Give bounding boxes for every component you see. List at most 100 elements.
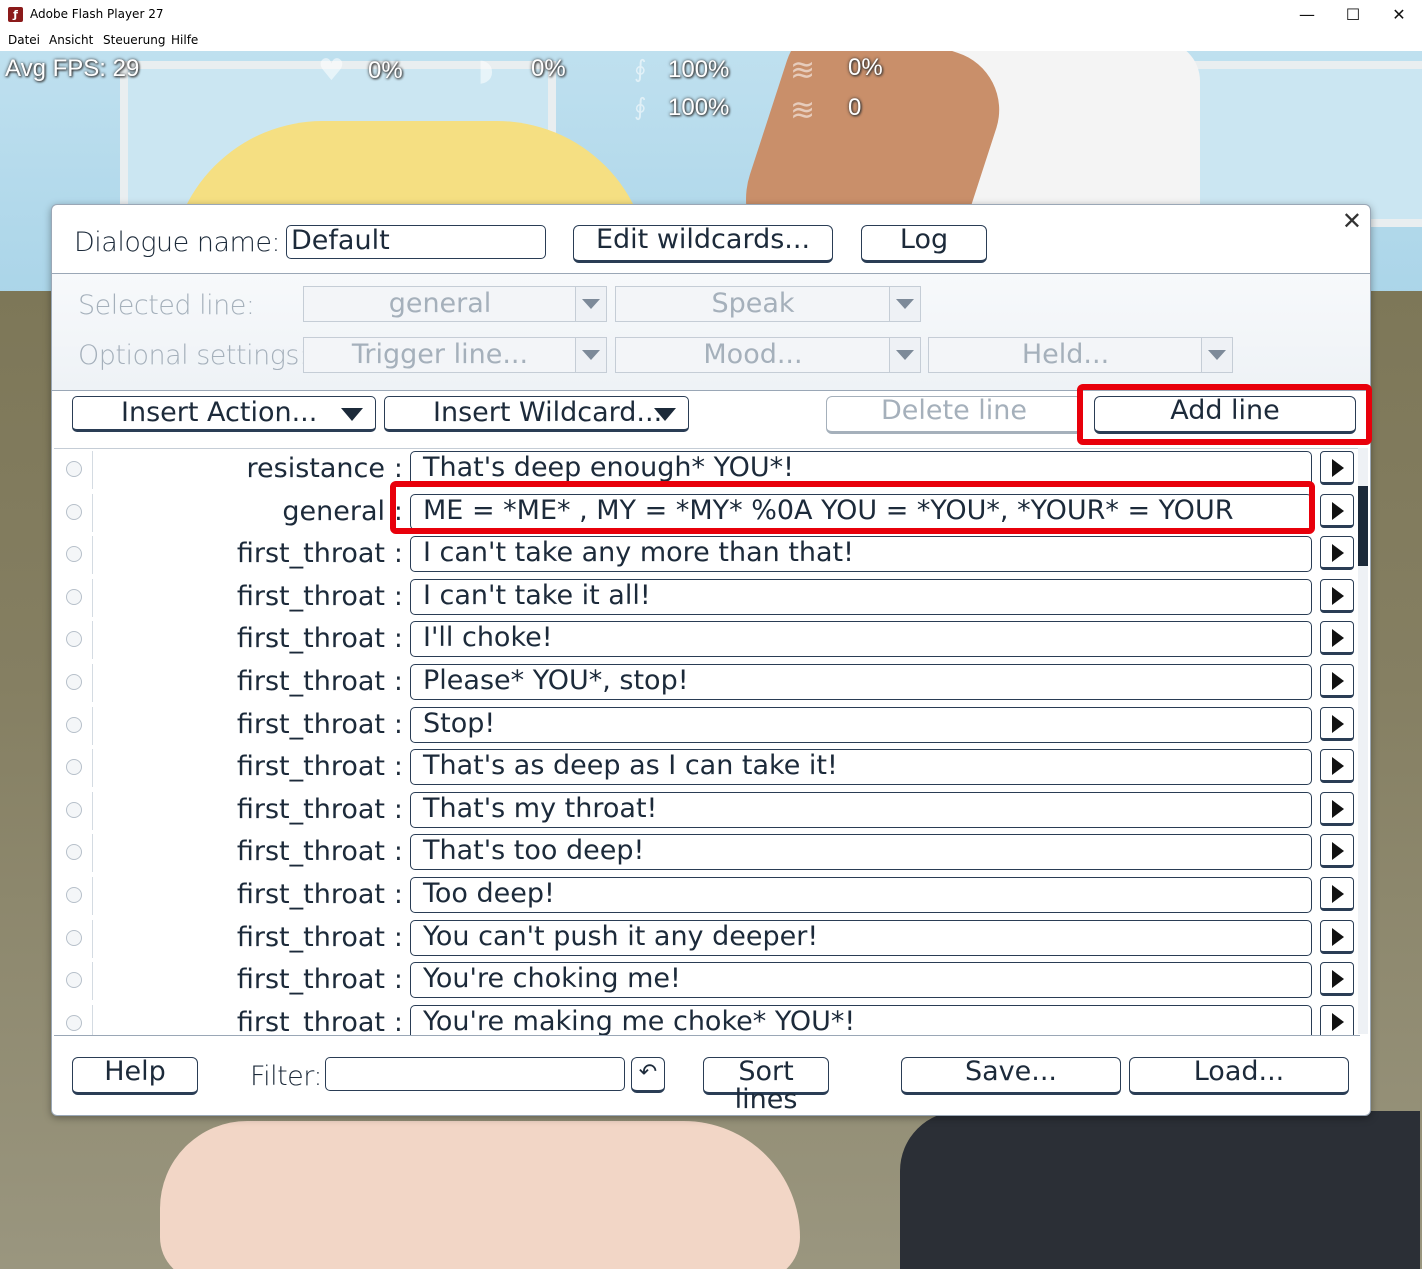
row-select-radio[interactable] [66,546,82,563]
line-text-input[interactable]: Please* YOU*, stop! [410,664,1312,700]
chevron-down-icon[interactable] [889,338,920,372]
insert-wildcard-select[interactable]: Insert Wildcard... [384,396,689,432]
play-line-icon[interactable] [1320,536,1354,571]
dialogue-name-input[interactable]: Default [286,225,546,259]
sperm-value-2: 100% [668,94,730,121]
close-window-button[interactable]: ✕ [1376,0,1422,30]
minimize-button[interactable]: — [1284,0,1330,30]
menu-datei[interactable]: Datei [8,33,40,47]
dialogue-line-row[interactable]: first_throat: You can't push it any deepe… [54,918,1360,960]
dialogue-editor-panel: ✕ Dialogue name: Default Edit wildcards.… [51,204,1372,1116]
trigger-line-dropdown[interactable]: Trigger line... [303,337,607,373]
dialogue-line-row[interactable]: first_throat: That's my throat! [54,790,1360,832]
line-text-input[interactable]: That's as deep as I can take it! [410,749,1312,786]
row-select-radio[interactable] [66,588,82,605]
character-foot [160,1121,800,1269]
caret-down-icon [341,408,363,421]
add-line-highlight [1077,384,1372,445]
scrollbar-thumb[interactable] [1358,486,1368,566]
dialogue-lines-list[interactable]: resistance: That's deep enough* YOU*! gene… [54,448,1360,1036]
play-line-icon[interactable] [1320,919,1354,954]
dialogue-line-row[interactable]: first_throat: You're making me choke* YOU… [54,1003,1360,1035]
row-select-radio[interactable] [66,716,82,733]
dialogue-line-row[interactable]: first_throat: Too deep! [54,875,1360,917]
line-category: first_throat [92,578,385,617]
menu-steuerung[interactable]: Steuerung [103,33,165,47]
line-text-input[interactable]: You can't push it any deeper! [410,919,1312,956]
row-select-radio[interactable] [66,1014,82,1031]
list-scrollbar[interactable] [1358,448,1368,1034]
line-text-input[interactable]: Too deep! [410,877,1312,913]
close-icon[interactable]: ✕ [1342,207,1362,235]
menu-hilfe[interactable]: Hilfe [171,33,198,47]
row-select-radio[interactable] [66,887,82,903]
category-dropdown[interactable]: general [303,286,607,322]
dialogue-line-row[interactable]: first_throat: That's too deep! [54,832,1360,874]
line-text-input[interactable]: That's too deep! [410,834,1312,871]
play-line-icon[interactable] [1320,451,1354,485]
chevron-down-icon[interactable] [889,287,920,321]
play-line-icon[interactable] [1320,1004,1354,1035]
line-category: general [92,493,385,532]
help-button[interactable]: Help [72,1057,198,1095]
dialogue-line-row[interactable]: first_throat: I'll choke! [54,619,1360,661]
maximize-button[interactable]: ☐ [1330,0,1376,30]
row-select-radio[interactable] [66,759,82,776]
type-dropdown[interactable]: Speak [615,286,921,322]
optional-settings-label: Optional settings: [78,340,308,371]
line-category: first_throat [92,706,385,745]
load-button[interactable]: Load... [1129,1057,1349,1095]
line-text-input[interactable]: You're making me choke* YOU*! [410,1004,1312,1035]
log-button[interactable]: Log [861,225,987,263]
row-select-radio[interactable] [66,844,82,861]
chevron-down-icon[interactable] [575,287,606,321]
chevron-down-icon[interactable] [575,338,606,372]
row-select-radio[interactable] [66,801,82,818]
row-select-radio[interactable] [66,461,82,477]
dialogue-line-row[interactable]: first_throat: I can't take it all! [54,577,1360,619]
chevron-down-icon[interactable] [1201,338,1232,372]
separator-colon: : [394,752,403,783]
play-line-icon[interactable] [1320,834,1354,869]
sperm-icon: ∮ [634,55,647,83]
line-category: first_throat [92,919,385,958]
menu-ansicht[interactable]: Ansicht [49,33,93,47]
filter-input[interactable] [325,1057,625,1091]
play-line-icon[interactable] [1320,962,1354,997]
insert-action-select[interactable]: Insert Action... [72,396,376,432]
background-window [1180,61,1422,227]
row-select-radio[interactable] [66,503,82,520]
dialogue-line-row[interactable]: first_throat: Please* YOU*, stop! [54,662,1360,704]
edit-wildcards-button[interactable]: Edit wildcards... [573,225,833,263]
dialogue-line-row[interactable]: first_throat: I can't take any more than … [54,534,1360,576]
held-dropdown[interactable]: Held... [928,337,1233,373]
mood-dropdown[interactable]: Mood... [615,337,921,373]
play-line-icon[interactable] [1320,621,1354,656]
play-line-icon[interactable] [1320,493,1354,528]
splash-count-icon: ≋ [790,93,816,128]
play-line-icon[interactable] [1320,664,1354,698]
row-select-radio[interactable] [66,929,82,946]
line-text-input[interactable]: I can't take any more than that! [410,536,1312,573]
row-select-radio[interactable] [66,674,82,690]
dialogue-line-row[interactable]: first_throat: That's as deep as I can tak… [54,747,1360,789]
play-line-icon[interactable] [1320,749,1354,784]
line-text-input[interactable]: That's my throat! [410,791,1312,828]
play-line-icon[interactable] [1320,791,1354,826]
line-text-input[interactable]: Stop! [410,706,1312,743]
play-line-icon[interactable] [1320,578,1354,613]
delete-line-button[interactable]: Delete line [826,396,1082,434]
row-select-radio[interactable] [66,972,82,989]
line-text-input[interactable]: I'll choke! [410,621,1312,658]
dialogue-line-row[interactable]: first_throat: Stop! [54,705,1360,747]
line-text-input[interactable]: I can't take it all! [410,578,1312,615]
line-text-input[interactable]: You're choking me! [410,962,1312,999]
save-button[interactable]: Save... [901,1057,1121,1095]
dialogue-line-row[interactable]: first_throat: You're choking me! [54,960,1360,1002]
sort-lines-button[interactable]: Sort lines [703,1057,829,1114]
play-line-icon[interactable] [1320,877,1354,911]
row-select-radio[interactable] [66,631,82,648]
play-line-icon[interactable] [1320,706,1354,741]
undo-icon[interactable]: ↶ [631,1057,665,1093]
caret-down-icon [654,408,676,421]
